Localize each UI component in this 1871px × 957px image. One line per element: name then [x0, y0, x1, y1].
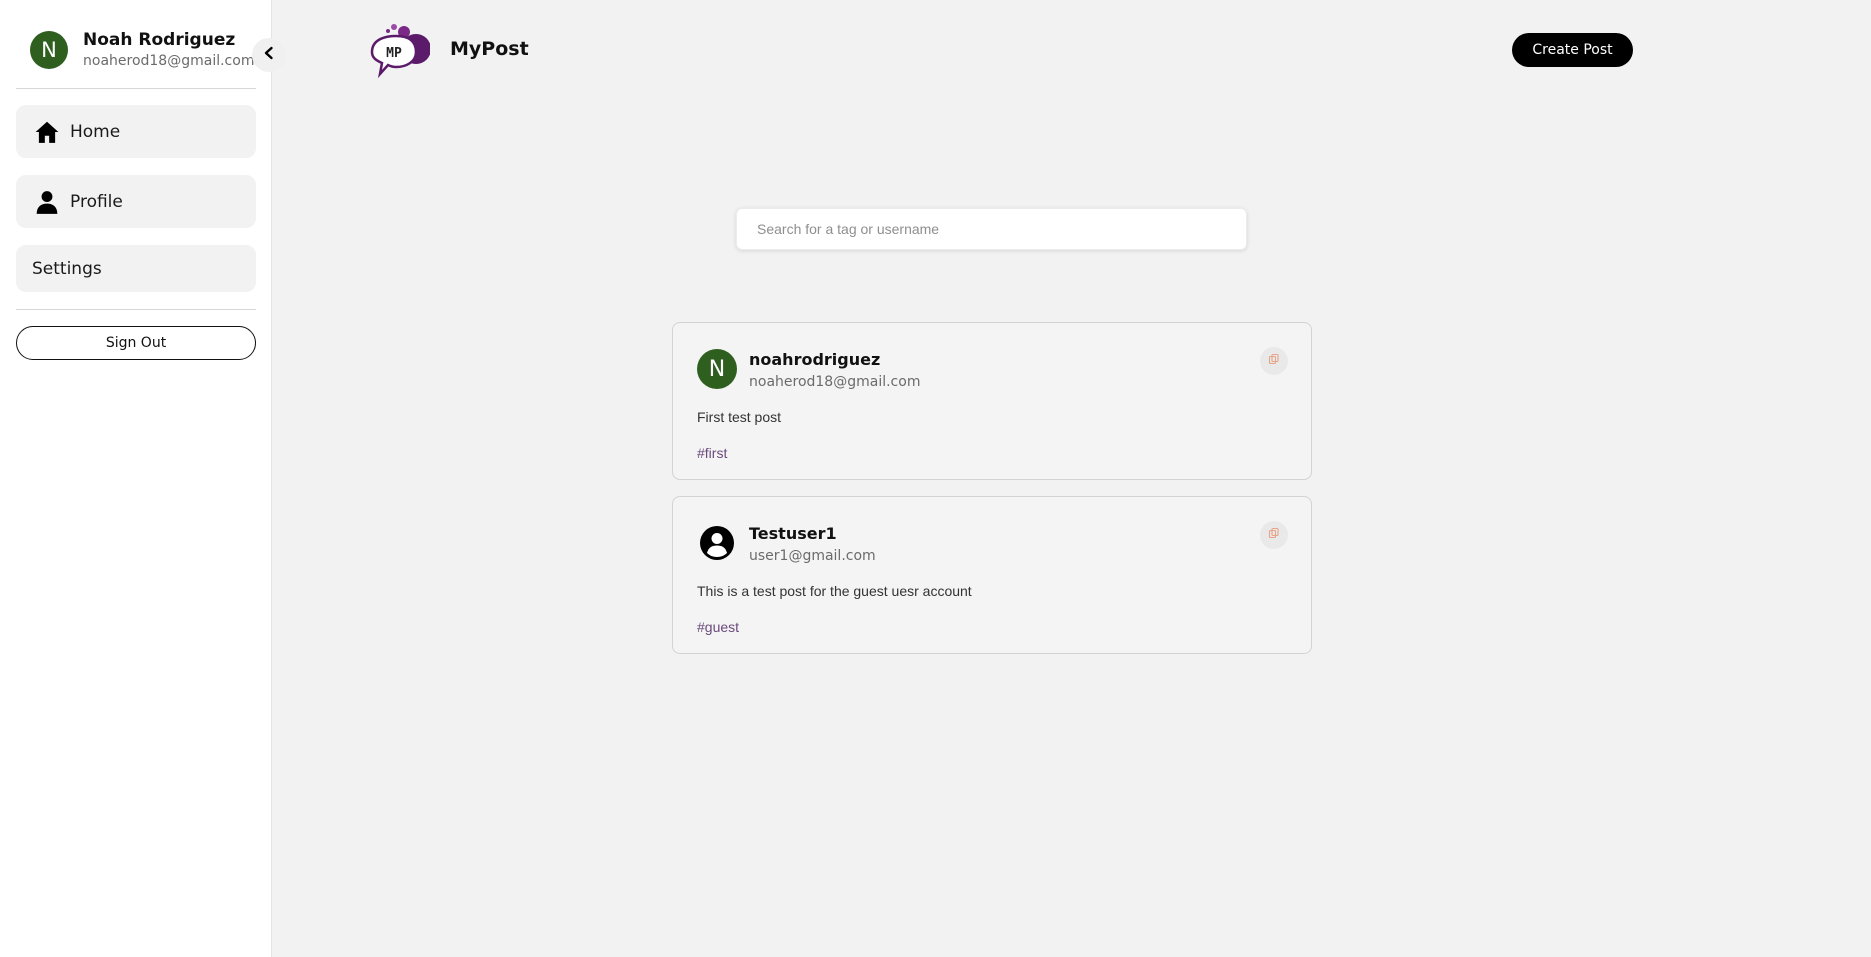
post-email: user1@gmail.com — [749, 548, 876, 564]
user-email: noaherod18@gmail.com — [83, 53, 255, 69]
sidebar-item-label: Home — [70, 121, 121, 142]
sidebar-user: N Noah Rodriguez noaherod18@gmail.com — [30, 30, 254, 69]
post-tag[interactable]: #guest — [697, 619, 739, 635]
person-icon — [34, 189, 60, 215]
sidebar-item-profile[interactable]: Profile — [16, 175, 256, 228]
avatar: N — [30, 30, 68, 69]
copy-icon — [1268, 526, 1280, 544]
sidebar-item-label: Profile — [70, 191, 123, 212]
home-icon — [34, 119, 60, 145]
copy-icon — [1268, 352, 1280, 370]
account-circle-icon — [697, 523, 737, 563]
user-name: Noah Rodriguez — [83, 30, 236, 50]
post-text: First test post — [697, 409, 782, 425]
avatar: N — [697, 349, 737, 389]
search-input[interactable] — [757, 221, 1226, 237]
post-username[interactable]: noahrodriguez — [749, 350, 920, 369]
post-tag[interactable]: #first — [697, 445, 727, 461]
copy-button[interactable] — [1260, 521, 1288, 549]
divider — [16, 309, 256, 310]
post-username[interactable]: Testuser1 — [749, 524, 876, 543]
search-box — [736, 208, 1247, 250]
collapse-sidebar-button[interactable] — [252, 38, 286, 72]
sign-out-button[interactable]: Sign Out — [16, 326, 256, 360]
copy-button[interactable] — [1260, 347, 1288, 375]
post-card: Testuser1 user1@gmail.com This is a test… — [672, 496, 1312, 654]
brand-name: MyPost — [450, 38, 529, 60]
sidebar-item-label: Settings — [32, 258, 102, 279]
sidebar-item-settings[interactable]: Settings — [16, 245, 256, 292]
divider — [16, 88, 256, 89]
post-card: N noahrodriguez noaherod18@gmail.com Fir… — [672, 322, 1312, 480]
post-email: noaherod18@gmail.com — [749, 374, 921, 390]
chevron-left-icon — [262, 46, 276, 65]
sidebar-item-home[interactable]: Home — [16, 105, 256, 158]
sidebar: N Noah Rodriguez noaherod18@gmail.com Ho… — [0, 0, 272, 957]
logo: MP — [366, 22, 431, 79]
svg-text:MP: MP — [386, 46, 402, 61]
create-post-button[interactable]: Create Post — [1512, 33, 1633, 67]
post-text: This is a test post for the guest uesr a… — [697, 583, 972, 599]
